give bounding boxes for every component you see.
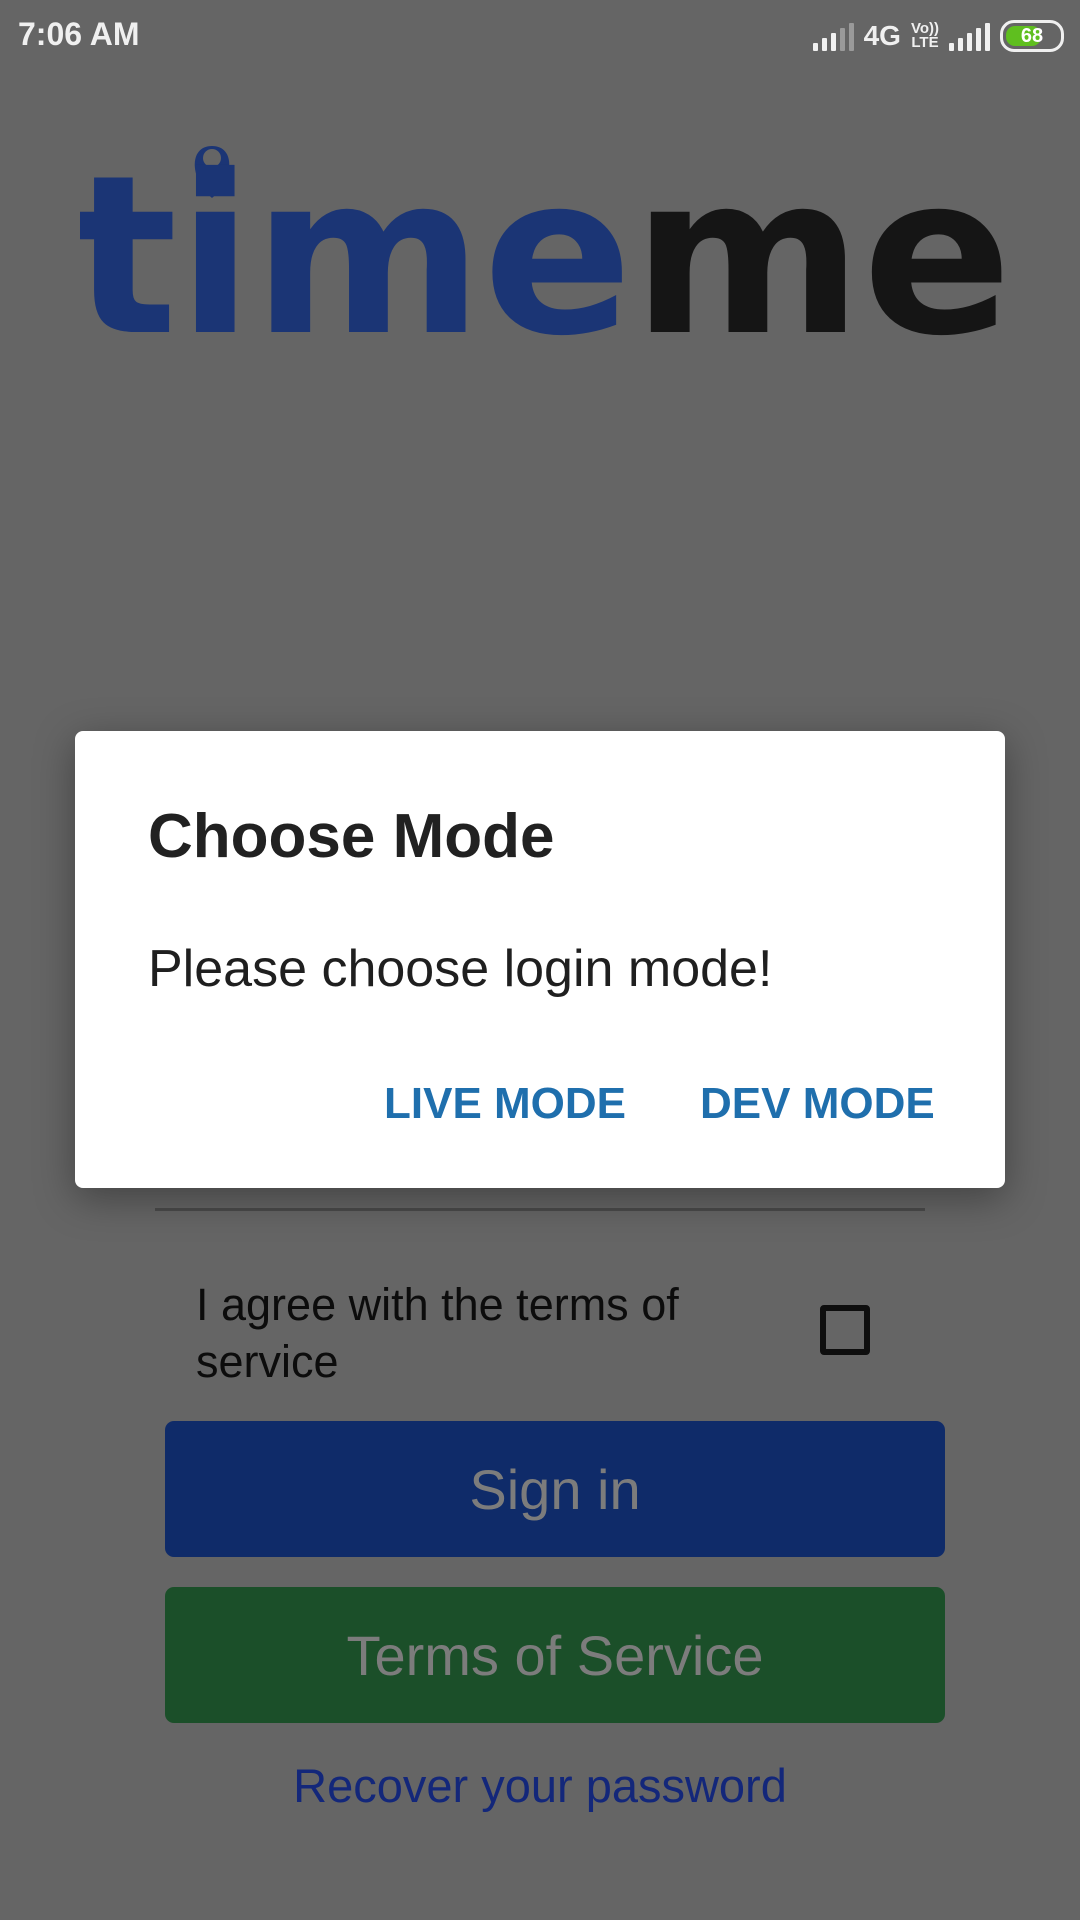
terms-agreement-label: I agree with the terms of service — [196, 1279, 679, 1387]
network-type-label: 4G — [863, 20, 901, 51]
svg-text:timeme: timeme — [80, 128, 1012, 360]
status-bar: 7:06 AM 4G Vo)) LTE 68 — [0, 0, 1080, 72]
live-mode-button[interactable]: LIVE MODE — [384, 1079, 626, 1129]
signal-strength-icon-2 — [949, 21, 990, 51]
dev-mode-button[interactable]: DEV MODE — [700, 1079, 935, 1129]
volte-icon: Vo)) LTE — [911, 21, 939, 51]
input-underline — [155, 1208, 925, 1211]
logo-text-time: time — [80, 128, 633, 360]
signal-strength-icon — [812, 21, 854, 51]
dialog-title: Choose Mode — [148, 802, 555, 871]
battery-level: 68 — [1020, 24, 1044, 47]
timeme-logo: timeme — [80, 128, 1012, 360]
battery-icon: 68 — [1000, 20, 1064, 52]
terms-of-service-button[interactable]: Terms of Service — [165, 1587, 945, 1723]
terms-checkbox[interactable] — [820, 1305, 870, 1355]
sign-in-button[interactable]: Sign in — [165, 1421, 945, 1557]
status-time: 7:06 AM — [18, 16, 140, 52]
logo-text-me: me — [633, 128, 1012, 360]
choose-mode-dialog: Choose Mode Please choose login mode! LI… — [75, 731, 1005, 1188]
recover-password-link[interactable]: Recover your password — [0, 1758, 1080, 1813]
status-icons: 4G Vo)) LTE 68 — [812, 16, 1064, 56]
volte-bottom-label: LTE — [911, 34, 939, 51]
dialog-message: Please choose login mode! — [148, 940, 773, 998]
